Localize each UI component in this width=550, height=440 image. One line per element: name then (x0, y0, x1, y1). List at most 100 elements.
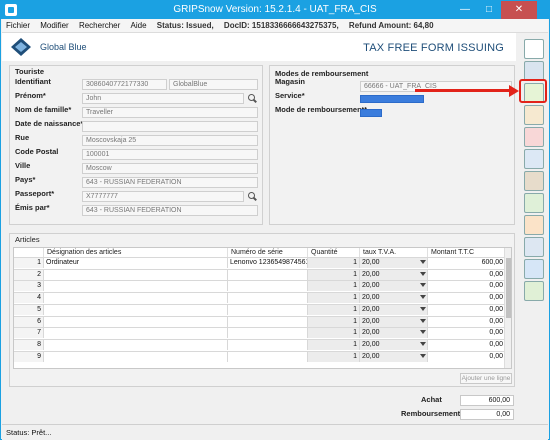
menu-aide[interactable]: Aide (127, 19, 151, 33)
cell-qty[interactable]: 1 (308, 293, 360, 304)
table-row[interactable]: 2 1 20,00 0,00 (14, 268, 506, 280)
cell-montant[interactable]: 600,00 (428, 258, 506, 268)
emis-par-field[interactable]: 643 - RUSSIAN FEDERATION (82, 205, 258, 216)
user-icon[interactable] (524, 215, 544, 235)
cell-designation[interactable] (44, 304, 228, 315)
cell-tva[interactable]: 20,00 (360, 281, 428, 292)
cell-tva[interactable]: 20,00 (360, 351, 428, 362)
service-dropdown[interactable] (360, 95, 424, 103)
chevron-down-icon[interactable] (420, 330, 426, 335)
cell-designation[interactable] (44, 281, 228, 292)
cell-serie[interactable] (228, 328, 308, 339)
cell-qty[interactable]: 1 (308, 269, 360, 280)
cell-montant[interactable]: 0,00 (428, 316, 506, 327)
cell-designation[interactable] (44, 316, 228, 327)
edit-icon[interactable] (524, 105, 544, 125)
ville-field[interactable]: Moscow (82, 163, 258, 174)
chevron-down-icon[interactable] (420, 283, 426, 288)
delete-icon[interactable] (524, 127, 544, 147)
passeport-field[interactable]: X7777777 (82, 191, 244, 202)
chevron-down-icon[interactable] (420, 295, 426, 300)
cell-designation[interactable] (44, 293, 228, 304)
cell-designation[interactable] (44, 328, 228, 339)
pays-field[interactable]: 643 - RUSSIAN FEDERATION (82, 177, 258, 188)
cell-tva[interactable]: 20,00 (360, 293, 428, 304)
maximize-button[interactable]: □ (477, 1, 501, 19)
identifiant-field[interactable]: 3086040772177330 (82, 79, 167, 90)
cell-montant[interactable]: 0,00 (428, 293, 506, 304)
cell-qty[interactable]: 1 (308, 316, 360, 327)
close-button[interactable]: ✕ (501, 1, 537, 19)
chevron-down-icon[interactable] (420, 318, 426, 323)
money-icon[interactable] (524, 193, 544, 213)
chevron-down-icon[interactable] (420, 353, 426, 358)
cell-serie[interactable] (228, 339, 308, 350)
cell-serie[interactable] (228, 351, 308, 362)
nom-field[interactable]: Traveller (82, 107, 258, 118)
cell-tva[interactable]: 20,00 (360, 328, 428, 339)
chevron-down-icon[interactable] (420, 306, 426, 311)
cell-montant[interactable]: 0,00 (428, 328, 506, 339)
dob-field[interactable] (82, 121, 258, 132)
search-prenom-icon[interactable] (248, 94, 257, 103)
mode-dropdown[interactable] (360, 109, 382, 117)
search-doc-icon[interactable] (524, 237, 544, 257)
cell-serie[interactable]: Lenonvo 123654987456123 (228, 258, 308, 268)
search-passport-icon[interactable] (248, 192, 257, 201)
chevron-down-icon[interactable] (420, 271, 426, 276)
table-row[interactable]: 1OrdinateurLenonvo 123654987456123120,00… (14, 257, 506, 268)
copy-icon[interactable] (524, 149, 544, 169)
cell-montant[interactable]: 0,00 (428, 269, 506, 280)
cell-n: 3 (14, 281, 44, 292)
cell-qty[interactable]: 1 (308, 339, 360, 350)
table-row[interactable]: 9 1 20,00 0,00 (14, 350, 506, 362)
cell-designation[interactable]: Ordinateur (44, 258, 228, 268)
prenom-field[interactable]: John (82, 93, 244, 104)
cell-designation[interactable] (44, 339, 228, 350)
cell-tva[interactable]: 20,00 (360, 339, 428, 350)
cell-qty[interactable]: 1 (308, 281, 360, 292)
table-scrollbar[interactable] (504, 248, 511, 368)
user-green-icon[interactable] (524, 281, 544, 301)
cell-designation[interactable] (44, 351, 228, 362)
add-line-button[interactable]: Ajouter une ligne (460, 373, 512, 384)
print-icon[interactable] (524, 61, 544, 81)
table-row[interactable]: 8 1 20,00 0,00 (14, 338, 506, 350)
rue-field[interactable]: Moscovskaja 25 (82, 135, 258, 146)
chevron-down-icon[interactable] (420, 260, 426, 264)
cell-montant[interactable]: 0,00 (428, 339, 506, 350)
table-row[interactable]: 4 1 20,00 0,00 (14, 292, 506, 304)
cell-montant[interactable]: 0,00 (428, 351, 506, 362)
menu-rechercher[interactable]: Rechercher (75, 19, 124, 33)
cell-tva[interactable]: 20,00 (360, 269, 428, 280)
cell-qty[interactable]: 1 (308, 351, 360, 362)
table-scrollbar-thumb[interactable] (506, 258, 511, 318)
stamp-icon[interactable] (524, 171, 544, 191)
menu-modifier[interactable]: Modifier (36, 19, 72, 33)
refresh-icon[interactable] (524, 259, 544, 279)
table-row[interactable]: 7 1 20,00 0,00 (14, 327, 506, 339)
cell-serie[interactable] (228, 293, 308, 304)
cell-designation[interactable] (44, 269, 228, 280)
menu-fichier[interactable]: Fichier (2, 19, 34, 33)
new-document-icon[interactable] (524, 39, 544, 59)
cell-qty[interactable]: 1 (308, 328, 360, 339)
minimize-button[interactable]: — (453, 1, 477, 19)
cell-montant[interactable]: 0,00 (428, 281, 506, 292)
table-row[interactable]: 6 1 20,00 0,00 (14, 315, 506, 327)
cell-qty[interactable]: 1 (308, 258, 360, 268)
table-row[interactable]: 3 1 20,00 0,00 (14, 280, 506, 292)
cell-tva[interactable]: 20,00 (360, 258, 428, 268)
cell-tva[interactable]: 20,00 (360, 304, 428, 315)
identifiant-source-field[interactable]: GlobalBlue (169, 79, 258, 90)
cell-tva[interactable]: 20,00 (360, 316, 428, 327)
table-row[interactable]: 5 1 20,00 0,00 (14, 303, 506, 315)
cell-serie[interactable] (228, 316, 308, 327)
cell-montant[interactable]: 0,00 (428, 304, 506, 315)
cell-serie[interactable] (228, 304, 308, 315)
chevron-down-icon[interactable] (420, 341, 426, 346)
cell-serie[interactable] (228, 281, 308, 292)
code-postal-field[interactable]: 100001 (82, 149, 258, 160)
cell-serie[interactable] (228, 269, 308, 280)
cell-qty[interactable]: 1 (308, 304, 360, 315)
